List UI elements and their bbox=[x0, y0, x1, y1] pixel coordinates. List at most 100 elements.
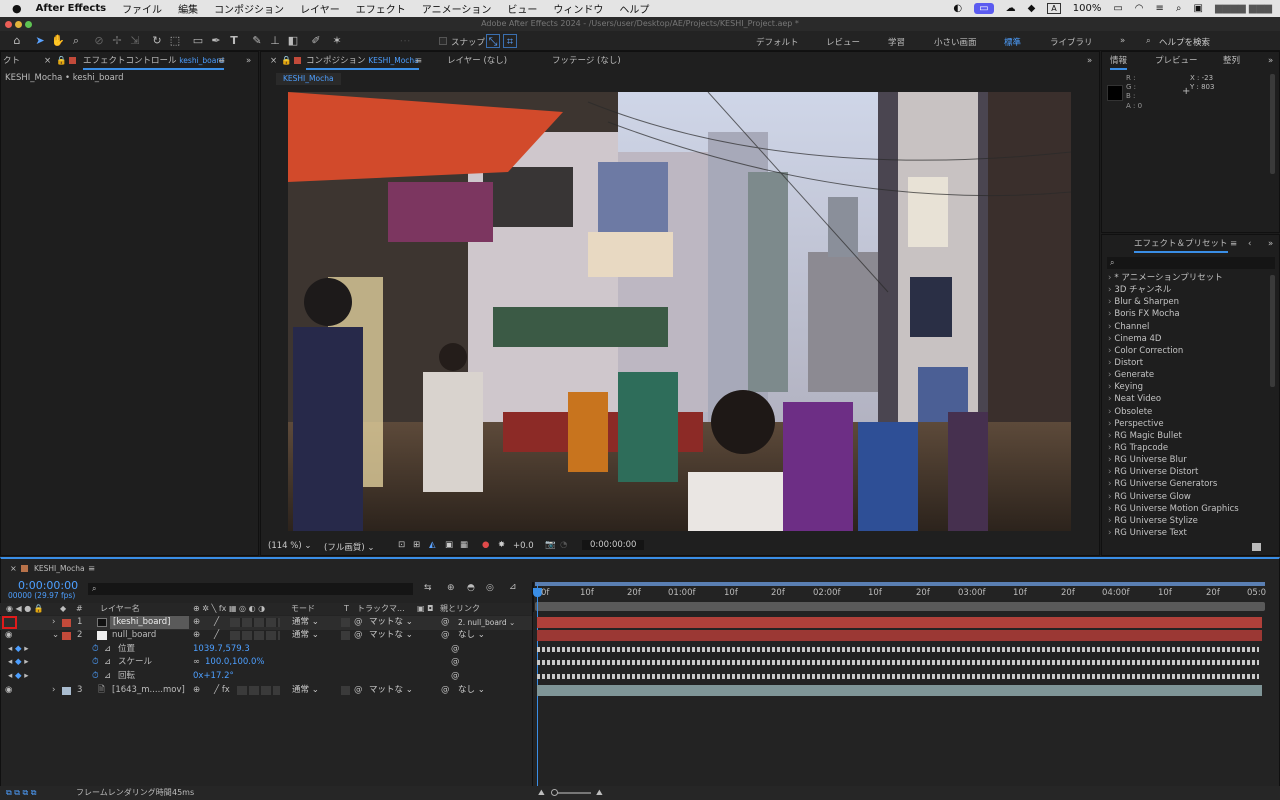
menu-animation[interactable]: アニメーション bbox=[422, 1, 492, 16]
tab-composition[interactable]: コンポジション KESHI_Mocha bbox=[306, 52, 419, 70]
layer-mode-dropdown[interactable]: 通常 ⌄ bbox=[292, 616, 319, 629]
collapse-arrow-icon[interactable]: ⌄ bbox=[52, 629, 59, 642]
expand-arrow-icon[interactable]: › bbox=[52, 616, 55, 629]
parent-dropdown[interactable]: なし ⌄ bbox=[458, 684, 485, 697]
quality-switch-icon[interactable]: ╱ bbox=[214, 629, 219, 642]
color-channel-icon[interactable]: ● bbox=[482, 540, 489, 550]
motion-blur-icon[interactable]: ◎ bbox=[486, 583, 494, 593]
layer-duration-bar[interactable] bbox=[537, 630, 1262, 641]
graph-toggle-icon[interactable]: ⊿ bbox=[104, 670, 111, 683]
eye-icon[interactable]: ◉ bbox=[5, 684, 12, 697]
composition-viewer-frame[interactable] bbox=[288, 92, 1071, 531]
keyframe-nav-icon[interactable]: ◂ ◆ ▸ bbox=[8, 656, 28, 669]
close-comp-tab-icon[interactable]: × bbox=[270, 52, 277, 70]
close-window-button[interactable] bbox=[5, 21, 12, 28]
spotlight-icon[interactable]: ⌕ bbox=[1176, 3, 1182, 14]
clock[interactable]: ▆▆▆▆ ▆▆▆ bbox=[1215, 3, 1272, 14]
matte-pickwhip-icon[interactable]: @ bbox=[354, 684, 363, 697]
effects-expand-icon[interactable]: » bbox=[1268, 235, 1273, 253]
snap-features-icon[interactable]: ⌗ bbox=[503, 34, 517, 48]
control-center-icon[interactable]: ≡ bbox=[1156, 3, 1164, 14]
region-interest-icon[interactable]: ▣ bbox=[445, 540, 453, 550]
tab-project-partial[interactable]: クト bbox=[3, 52, 20, 70]
workspace-small-screen[interactable]: 小さい画面 bbox=[934, 36, 977, 48]
layer-switch-boxes[interactable] bbox=[237, 686, 280, 695]
info-scrollbar[interactable] bbox=[1270, 74, 1275, 174]
tab-footage[interactable]: フッテージ (なし) bbox=[552, 52, 621, 70]
effects-item[interactable]: › Channel bbox=[1102, 321, 1267, 333]
effects-item[interactable]: › Generate bbox=[1102, 369, 1267, 381]
property-value[interactable]: 100.0,100.0% bbox=[205, 656, 264, 669]
parent-dropdown[interactable]: なし ⌄ bbox=[458, 629, 485, 642]
comp-mini-flowchart-icon[interactable]: ⇆ bbox=[424, 583, 432, 593]
close-timeline-tab-icon[interactable]: × bbox=[10, 560, 17, 578]
effects-item[interactable]: › Perspective bbox=[1102, 418, 1267, 430]
snap-edges-icon[interactable]: ⤡ bbox=[486, 34, 500, 48]
home-icon[interactable]: ⌂ bbox=[10, 34, 24, 48]
effects-item[interactable]: › RG Universe Stylize bbox=[1102, 515, 1267, 527]
viewer-timecode[interactable]: 0:00:00:00 bbox=[582, 540, 645, 550]
graph-toggle-icon[interactable]: ⊿ bbox=[104, 643, 111, 656]
color-manage-icon[interactable]: ✸ bbox=[498, 540, 505, 550]
effects-item[interactable]: › RG Universe Blur bbox=[1102, 454, 1267, 466]
effects-item[interactable]: › RG Universe Generators bbox=[1102, 478, 1267, 490]
anchor-tool-icon[interactable]: ⬚ bbox=[168, 34, 182, 48]
expand-arrow-icon[interactable]: › bbox=[52, 684, 55, 697]
preserve-transparency-box[interactable] bbox=[341, 686, 350, 695]
orbit-tool-icon[interactable]: ⊘ bbox=[92, 34, 106, 48]
property-row[interactable]: ◂ ◆ ▸ ⏱ ⊿ 位置 1039.7,579.3 @ bbox=[0, 643, 532, 657]
constrain-proportions-icon[interactable]: ∞ bbox=[193, 656, 200, 669]
table-row[interactable]: › 1 [keshi_board] ⊕ ╱ 通常 ⌄ @ マットな ⌄ @ 2.… bbox=[0, 616, 532, 630]
expression-pickwhip-icon[interactable]: @ bbox=[451, 670, 460, 683]
menu-composition[interactable]: コンポジション bbox=[214, 1, 284, 16]
show-snapshot-icon[interactable]: ◔ bbox=[560, 540, 567, 550]
shy-switch-icon[interactable]: ⊕ bbox=[193, 629, 200, 642]
effects-item[interactable]: › Obsolete bbox=[1102, 406, 1267, 418]
layer-duration-bar[interactable] bbox=[537, 685, 1262, 696]
effects-item[interactable]: › Neat Video bbox=[1102, 393, 1267, 405]
property-value[interactable]: 0x+17.2° bbox=[193, 670, 234, 683]
layer-name[interactable]: [1643_m.....mov] bbox=[112, 684, 185, 697]
stopwatch-icon[interactable]: ⏱ bbox=[92, 670, 99, 683]
table-row[interactable]: ◉ ⌄ 2 null_board ⊕ ╱ 通常 ⌄ @ マットな ⌄ @ なし … bbox=[0, 629, 532, 643]
effects-item[interactable]: › RG Universe Motion Graphics bbox=[1102, 503, 1267, 515]
parent-pickwhip-icon[interactable]: @ bbox=[441, 684, 450, 697]
zoom-dropdown[interactable]: (114 %) ⌄ bbox=[268, 541, 311, 551]
transparency-grid-icon[interactable]: ▦ bbox=[460, 540, 468, 550]
quality-switch-icon[interactable]: ╱ fx bbox=[214, 684, 230, 697]
layer-label-color[interactable] bbox=[62, 619, 71, 627]
status-icon[interactable]: ◐ bbox=[953, 3, 962, 14]
timeline-menu-icon[interactable]: ≡ bbox=[88, 560, 95, 578]
zoom-in-icon[interactable]: ⛰ bbox=[596, 786, 603, 800]
zoom-tool-icon[interactable]: ⌕ bbox=[69, 34, 83, 48]
menu-effect[interactable]: エフェクト bbox=[356, 1, 406, 16]
snap-checkbox[interactable] bbox=[439, 37, 447, 45]
comp-lock-icon[interactable]: 🔒 bbox=[281, 52, 292, 70]
property-row[interactable]: ◂ ◆ ▸ ⏱ ⊿ 回転 0x+17.2° @ bbox=[0, 670, 532, 684]
effects-item[interactable]: › Distort bbox=[1102, 357, 1267, 369]
fit-frame-icon[interactable]: ⊡ bbox=[398, 540, 405, 550]
effects-scrollbar[interactable] bbox=[1270, 275, 1275, 387]
dolly-tool-icon[interactable]: ⇲ bbox=[128, 34, 142, 48]
keyframe-nav-icon[interactable]: ◂ ◆ ▸ bbox=[8, 670, 28, 683]
clone-stamp-tool-icon[interactable]: ⊥ bbox=[268, 34, 282, 48]
comp-sub-tab[interactable]: KESHI_Mocha bbox=[276, 73, 341, 85]
preserve-transparency-box[interactable] bbox=[341, 631, 350, 640]
effects-item[interactable]: › RG Universe Glow bbox=[1102, 491, 1267, 503]
parent-pickwhip-icon[interactable]: @ bbox=[441, 616, 450, 629]
menu-view[interactable]: ビュー bbox=[507, 1, 537, 16]
matte-pickwhip-icon[interactable]: @ bbox=[354, 629, 363, 642]
apple-icon[interactable]: ● bbox=[12, 2, 22, 15]
workspace-more-icon[interactable]: » bbox=[1120, 36, 1125, 46]
graph-editor-icon[interactable]: ⊿ bbox=[509, 582, 517, 592]
shy-layers-icon[interactable]: ◓ bbox=[467, 583, 475, 593]
lock-icon[interactable]: 🔒 bbox=[56, 52, 67, 70]
wifi-icon[interactable]: ◠ bbox=[1135, 3, 1144, 14]
header-layer-name[interactable]: レイヤー名 bbox=[100, 603, 140, 615]
effects-collapse-icon[interactable]: ‹ bbox=[1248, 235, 1251, 253]
effects-item[interactable]: › RG Trapcode bbox=[1102, 442, 1267, 454]
zoom-slider-handle[interactable] bbox=[551, 789, 558, 796]
graph-toggle-icon[interactable]: ⊿ bbox=[104, 656, 111, 669]
layer-switch-boxes[interactable] bbox=[230, 618, 280, 627]
hand-tool-icon[interactable]: ✋ bbox=[51, 34, 65, 48]
